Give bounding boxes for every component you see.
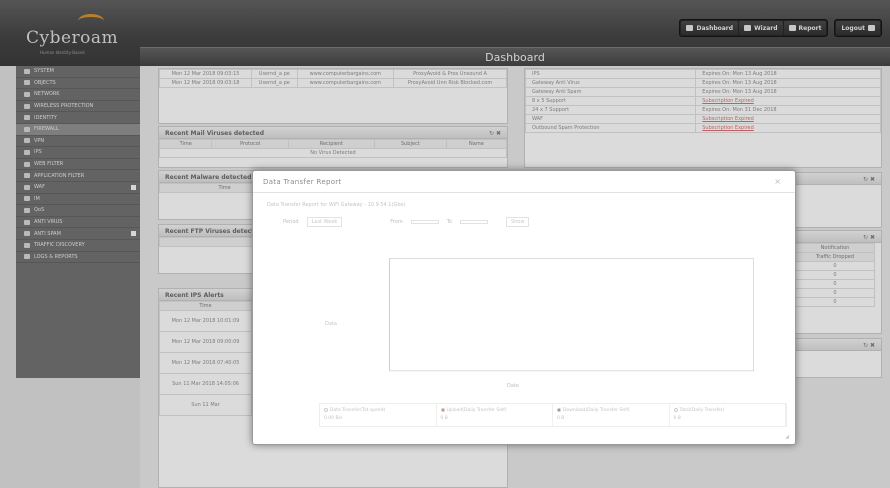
legend-swatch (673, 407, 678, 412)
data-transfer-dialog: Data Transfer Report × Data Transfer Rep… (252, 170, 796, 445)
legend-item[interactable]: Total(Daily Transfer) 0 B (670, 404, 786, 426)
legend-label: Total(Daily Transfer) (679, 408, 725, 413)
to-label: To (446, 219, 452, 225)
y-axis-label: Data (325, 321, 337, 327)
transfer-chart-svg (390, 370, 755, 372)
from-label: From (390, 219, 403, 225)
filter-row: Period Last Week From To Show (283, 217, 530, 227)
show-button[interactable]: Show (505, 217, 530, 227)
period-label: Period (283, 219, 299, 225)
to-date-input[interactable] (459, 220, 488, 224)
legend-item[interactable]: Download(Daily Transfer Self) 0 B (553, 404, 670, 426)
from-date-input[interactable] (410, 220, 439, 224)
dialog-title: Data Transfer Report (263, 178, 342, 186)
legend-swatch (557, 407, 561, 412)
legend-label: Download(Daily Transfer Self) (563, 408, 630, 413)
legend-swatch (324, 407, 328, 412)
x-axis-label: Date (507, 383, 519, 389)
legend-label: Data Transfer(Tot speed) (330, 408, 386, 413)
legend-value: 0 B (557, 416, 565, 421)
legend-item[interactable]: Upload(Daily Transfer Self) 0 B (437, 404, 553, 426)
transfer-chart-area (389, 258, 755, 372)
legend-swatch (440, 407, 445, 412)
legend-item[interactable]: Data Transfer(Tot speed) 0.00 B/s (320, 404, 437, 426)
close-icon[interactable]: × (774, 177, 781, 186)
period-select[interactable]: Last Week (306, 217, 343, 227)
legend-value: 0 B (673, 416, 681, 421)
legend-label: Upload(Daily Transfer Self) (446, 408, 507, 413)
report-subtitle: Data Transfer Report for WiFi Gateway - … (267, 202, 406, 208)
resize-handle-icon[interactable]: ◢ (785, 434, 789, 440)
dialog-header: Data Transfer Report × (253, 171, 795, 193)
chart-legend: Data Transfer(Tot speed) 0.00 B/s Upload(D… (319, 403, 787, 427)
legend-value: 0 B (440, 416, 448, 421)
legend-value: 0.00 B/s (324, 416, 343, 421)
